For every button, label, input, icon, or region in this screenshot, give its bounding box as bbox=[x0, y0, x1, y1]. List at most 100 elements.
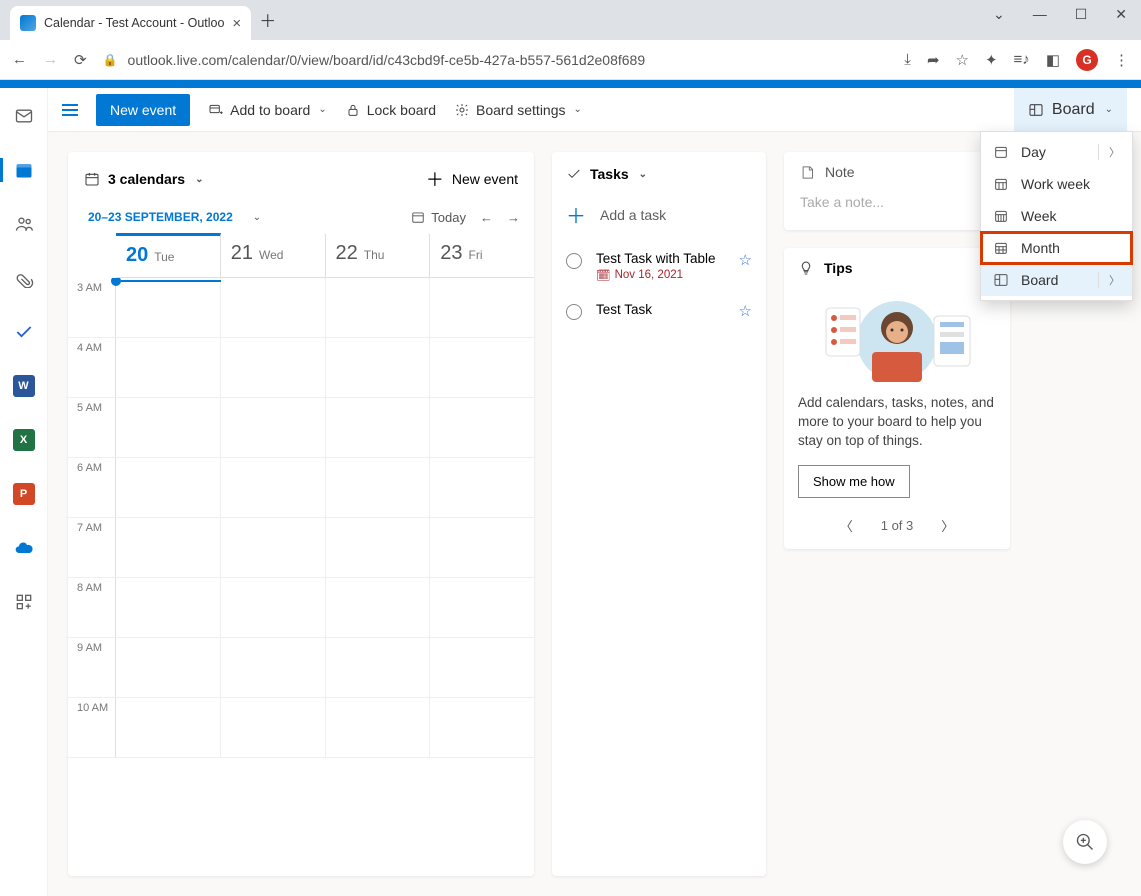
view-option-work-week[interactable]: Work week bbox=[981, 168, 1132, 200]
url-text: outlook.live.com/calendar/0/view/board/i… bbox=[128, 52, 646, 68]
chevron-right-icon[interactable]: 〉 bbox=[1098, 272, 1120, 288]
today-button[interactable]: Today bbox=[411, 210, 466, 225]
view-option-week[interactable]: Week bbox=[981, 200, 1132, 232]
board-icon bbox=[1028, 102, 1044, 118]
tips-prev-icon[interactable]: 〈 bbox=[840, 516, 853, 535]
note-card[interactable]: Note Take a note... bbox=[784, 152, 1010, 230]
chevron-down-icon: ⌄ bbox=[1105, 104, 1113, 115]
browser-menu-icon[interactable]: ⋮ bbox=[1114, 51, 1129, 69]
zoom-button[interactable] bbox=[1063, 820, 1107, 864]
prev-arrow-icon[interactable]: ← bbox=[480, 210, 493, 225]
lock-board-button[interactable]: Lock board bbox=[345, 102, 436, 118]
rail-more-apps[interactable] bbox=[0, 586, 48, 618]
board-settings-label: Board settings bbox=[476, 102, 566, 118]
calendar-card: 3 calendars ⌄ ＋ New event 20–23 SEPTEMBE… bbox=[68, 152, 534, 876]
window-chevron-icon[interactable]: ⌄ bbox=[993, 6, 1005, 23]
rail-onedrive[interactable] bbox=[0, 532, 48, 564]
tab-title: Calendar - Test Account - Outloo bbox=[44, 16, 224, 30]
install-app-icon[interactable]: ⤓ bbox=[904, 51, 911, 68]
day-header[interactable]: 22Thu bbox=[326, 234, 431, 277]
hour-label: 8 AM bbox=[68, 578, 116, 637]
day-header[interactable]: 20Tue bbox=[116, 233, 221, 277]
tab-close-icon[interactable]: × bbox=[232, 15, 241, 32]
task-title: Test Task with Table bbox=[596, 251, 725, 266]
tab-favicon-icon bbox=[20, 15, 36, 31]
left-rail: W X P bbox=[0, 88, 48, 896]
nav-back-icon[interactable]: ← bbox=[12, 51, 27, 68]
day-view-icon bbox=[993, 144, 1009, 160]
view-option-month[interactable]: Month bbox=[981, 232, 1132, 264]
day-header[interactable]: 21Wed bbox=[221, 234, 326, 277]
nav-forward-icon[interactable]: → bbox=[43, 51, 58, 68]
rail-calendar[interactable] bbox=[0, 154, 48, 186]
rail-word[interactable]: W bbox=[0, 370, 48, 402]
rail-people[interactable] bbox=[0, 208, 48, 240]
tasks-title-label: Tasks bbox=[590, 166, 629, 182]
new-event-button[interactable]: New event bbox=[96, 94, 190, 126]
next-arrow-icon[interactable]: → bbox=[507, 210, 520, 225]
date-range-picker[interactable]: 20–23 SEPTEMBER, 2022 bbox=[82, 206, 239, 228]
window-maximize-icon[interactable]: ☐ bbox=[1075, 6, 1088, 23]
menu-label: Day bbox=[1021, 144, 1046, 160]
calendar-new-event-button[interactable]: ＋ New event bbox=[426, 166, 518, 192]
note-placeholder[interactable]: Take a note... bbox=[800, 194, 994, 210]
hour-label: 4 AM bbox=[68, 338, 116, 397]
add-to-board-button[interactable]: Add to board ⌄ bbox=[208, 102, 327, 118]
calendar-small-icon bbox=[411, 210, 425, 224]
address-bar[interactable]: 🔒 outlook.live.com/calendar/0/view/board… bbox=[103, 52, 889, 68]
view-switcher-button[interactable]: Board ⌄ bbox=[1014, 88, 1127, 132]
tasks-header[interactable]: Tasks ⌄ bbox=[552, 152, 766, 188]
work-week-icon bbox=[993, 176, 1009, 192]
extensions-icon[interactable]: ✦ bbox=[985, 51, 998, 69]
rail-todo[interactable] bbox=[0, 316, 48, 348]
add-task-label: Add a task bbox=[600, 207, 666, 223]
window-minimize-icon[interactable]: — bbox=[1033, 6, 1047, 22]
tips-illustration bbox=[798, 286, 996, 386]
week-icon bbox=[993, 208, 1009, 224]
rail-mail[interactable] bbox=[0, 100, 48, 132]
zoom-in-icon bbox=[1075, 832, 1095, 852]
task-item[interactable]: Test Task ☆ bbox=[552, 292, 766, 330]
task-complete-radio[interactable] bbox=[566, 304, 582, 320]
nav-reload-icon[interactable]: ⟳ bbox=[74, 51, 87, 69]
nav-toggle-button[interactable] bbox=[62, 101, 78, 119]
chevron-right-icon[interactable]: 〉 bbox=[1098, 144, 1120, 160]
calendar-new-event-label: New event bbox=[452, 171, 518, 187]
star-icon[interactable]: ☆ bbox=[739, 302, 752, 320]
tips-next-icon[interactable]: 〉 bbox=[941, 516, 954, 535]
sidepanel-icon[interactable]: ◧ bbox=[1046, 51, 1060, 69]
task-complete-radio[interactable] bbox=[566, 253, 582, 269]
calendar-grid[interactable]: 3 AM 4 AM 5 AM 6 AM 7 AM 8 AM 9 AM 10 AM bbox=[68, 278, 534, 876]
gear-icon bbox=[454, 102, 470, 118]
view-option-day[interactable]: Day 〉 bbox=[981, 136, 1132, 168]
share-icon[interactable]: ➦ bbox=[927, 51, 940, 69]
task-item[interactable]: Test Task with Table 🗓Nov 16, 2021 ☆ bbox=[552, 241, 766, 292]
day-header-row: 20Tue 21Wed 22Thu 23Fri bbox=[116, 234, 534, 278]
hour-label: 6 AM bbox=[68, 458, 116, 517]
view-option-board[interactable]: Board 〉 bbox=[981, 264, 1132, 296]
today-label: Today bbox=[431, 210, 466, 225]
rail-excel[interactable]: X bbox=[0, 424, 48, 456]
show-me-how-button[interactable]: Show me how bbox=[798, 465, 910, 498]
window-close-icon[interactable]: ✕ bbox=[1115, 6, 1127, 23]
star-icon[interactable]: ☆ bbox=[739, 251, 752, 269]
menu-label: Week bbox=[1021, 208, 1057, 224]
board-canvas: 3 calendars ⌄ ＋ New event 20–23 SEPTEMBE… bbox=[48, 132, 1141, 896]
note-header: Note bbox=[800, 164, 994, 180]
hour-label: 3 AM bbox=[68, 278, 116, 337]
profile-avatar[interactable]: G bbox=[1076, 49, 1098, 71]
board-settings-button[interactable]: Board settings ⌄ bbox=[454, 102, 582, 118]
note-title-label: Note bbox=[825, 164, 855, 180]
browser-tab[interactable]: Calendar - Test Account - Outloo × bbox=[10, 6, 251, 40]
calendar-title-button[interactable]: 3 calendars ⌄ bbox=[84, 171, 203, 187]
current-time-indicator bbox=[116, 280, 534, 282]
bookmark-star-icon[interactable]: ☆ bbox=[956, 51, 969, 69]
board-icon bbox=[993, 272, 1009, 288]
playlist-icon[interactable]: ≡♪ bbox=[1014, 51, 1030, 68]
add-task-button[interactable]: ＋ Add a task bbox=[552, 188, 766, 241]
rail-files[interactable] bbox=[0, 262, 48, 294]
day-header[interactable]: 23Fri bbox=[430, 234, 534, 277]
chevron-down-icon[interactable]: ⌄ bbox=[253, 212, 261, 223]
new-tab-button[interactable]: ＋ bbox=[259, 7, 276, 40]
rail-powerpoint[interactable]: P bbox=[0, 478, 48, 510]
